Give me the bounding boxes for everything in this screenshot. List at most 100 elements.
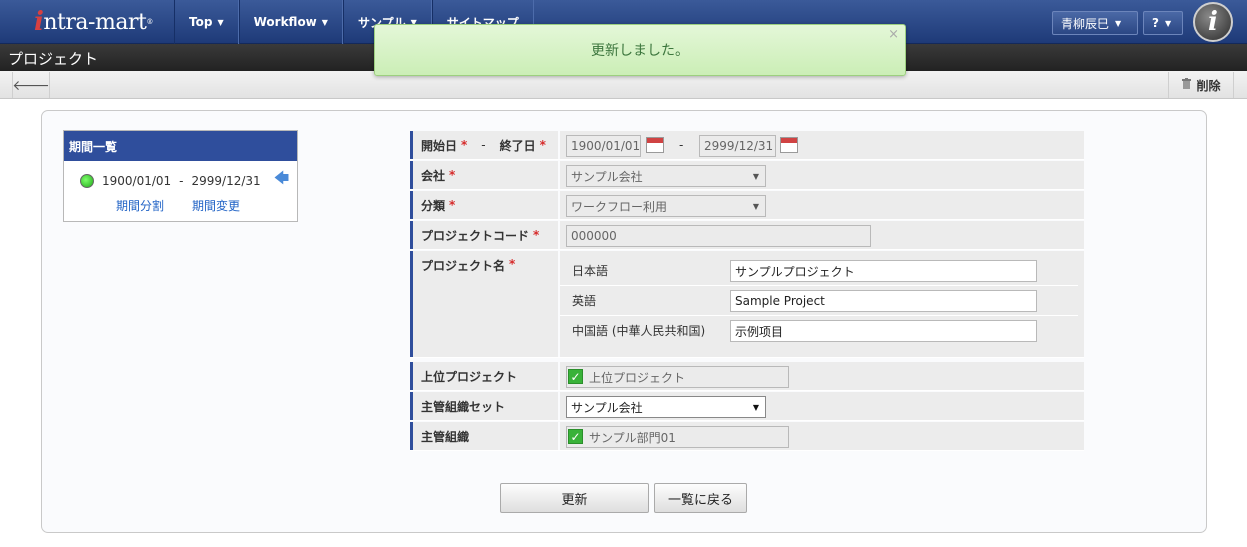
org-field[interactable]: サンプル部門01 <box>566 426 789 448</box>
required-mark: * <box>461 138 468 152</box>
start-date-label: 開始日 <box>421 138 458 153</box>
company-label: 会社 * <box>410 161 558 189</box>
end-date-label: 終了日 <box>499 138 536 153</box>
project-code-field[interactable]: 000000 <box>566 225 871 247</box>
calendar-icon[interactable] <box>646 137 664 153</box>
chevron-down-icon: ▼ <box>752 171 759 181</box>
company-label-text: 会社 <box>421 168 446 183</box>
period-values: 1900/01/01 - 2999/12/31 <box>560 131 1084 159</box>
logo-text: ntra-mart <box>43 9 147 35</box>
logo-mark: ® <box>146 18 153 26</box>
category-select[interactable]: ワークフロー利用 ▼ <box>566 195 766 217</box>
period-separator: - <box>179 173 184 188</box>
date-separator: - <box>679 138 684 152</box>
project-name-en-field[interactable]: Sample Project <box>730 290 1037 312</box>
org-set-label: 主管組織セット <box>410 392 558 420</box>
company-row: 会社 * サンプル会社 ▼ <box>410 161 1084 190</box>
change-period-link[interactable]: 期間変更 <box>192 197 240 214</box>
delete-button[interactable]: 削除 <box>1168 72 1234 98</box>
category-label-text: 分類 <box>421 198 446 213</box>
project-name-label-text: プロジェクト名 <box>421 259 506 273</box>
user-menu-button[interactable]: 青柳辰巳 ▼ <box>1052 11 1138 35</box>
period-end: 2999/12/31 <box>191 173 261 188</box>
brand-letter: i <box>1208 7 1218 37</box>
checkbox-checked-icon[interactable]: ✓ <box>568 369 583 384</box>
org-set-row: 主管組織セット サンプル会社 ▼ <box>410 392 1084 421</box>
page-title: プロジェクト <box>8 50 99 68</box>
org-row: 主管組織 サンプル部門01 ✓ <box>410 422 1084 451</box>
checkbox-checked-icon[interactable]: ✓ <box>568 429 583 444</box>
chevron-down-icon: ▼ <box>752 402 759 412</box>
project-name-label: プロジェクト名 * <box>410 251 558 357</box>
parent-project-text: 上位プロジェクト <box>589 370 686 385</box>
back-button[interactable]: 🡐 <box>12 72 50 98</box>
required-mark: * <box>449 198 456 212</box>
project-name-row: プロジェクト名 * 日本語 サンプルプロジェクト 英語 Sample Projec… <box>410 251 1084 358</box>
update-button[interactable]: 更新 <box>500 483 649 513</box>
category-row: 分類 * ワークフロー利用 ▼ <box>410 191 1084 220</box>
period-list-heading: 期間一覧 <box>64 131 297 161</box>
required-mark: * <box>533 228 540 242</box>
parent-project-label: 上位プロジェクト <box>410 362 558 390</box>
category-label: 分類 * <box>410 191 558 219</box>
period-start: 1900/01/01 <box>102 173 172 188</box>
required-mark: * <box>539 138 546 152</box>
nav-workflow[interactable]: Workflow ▼ <box>238 0 343 44</box>
close-icon[interactable]: × <box>888 27 899 42</box>
arrow-left-icon: 🡄 <box>273 169 290 187</box>
chevron-down-icon: ▼ <box>1164 18 1172 28</box>
arrow-left-icon: 🡐 <box>12 77 50 94</box>
nav-workflow-label: Workflow <box>253 15 317 29</box>
org-text: サンプル部門01 <box>589 430 676 445</box>
period-label: 開始日 * - 終了日 * <box>410 131 558 159</box>
org-label: 主管組織 <box>410 422 558 450</box>
divider <box>560 285 1078 286</box>
project-name-ja-field[interactable]: サンプルプロジェクト <box>730 260 1037 282</box>
period-links: 期間分割 期間変更 <box>116 197 240 214</box>
required-mark: * <box>449 168 456 182</box>
parent-project-row: 上位プロジェクト 上位プロジェクト ✓ <box>410 362 1084 391</box>
lang-japanese-label: 日本語 <box>572 264 609 278</box>
label-separator: - <box>481 138 486 152</box>
category-selected: ワークフロー利用 <box>571 199 668 214</box>
brand-icon[interactable]: i <box>1193 2 1233 42</box>
parent-project-value: 上位プロジェクト ✓ <box>560 362 1084 390</box>
back-to-list-button[interactable]: 一覧に戻る <box>654 483 747 513</box>
required-mark: * <box>509 257 516 271</box>
org-value: サンプル部門01 ✓ <box>560 422 1084 450</box>
org-set-select[interactable]: サンプル会社 ▼ <box>566 396 766 418</box>
lang-chinese-label: 中国語 (中華人民共和国) <box>572 324 706 338</box>
org-set-selected: サンプル会社 <box>571 400 643 415</box>
company-select[interactable]: サンプル会社 ▼ <box>566 165 766 187</box>
intra-mart-logo[interactable]: i ntra-mart ® <box>0 0 174 44</box>
active-status-icon <box>80 173 94 188</box>
code-row: プロジェクトコード * 000000 <box>410 221 1084 250</box>
org-set-value: サンプル会社 ▼ <box>560 392 1084 420</box>
lang-english-label: 英語 <box>572 294 597 308</box>
help-label: ? <box>1152 16 1159 30</box>
category-value: ワークフロー利用 ▼ <box>560 191 1084 219</box>
company-selected: サンプル会社 <box>571 169 643 184</box>
notification-message: 更新しました。 <box>591 43 689 59</box>
project-name-zh-field[interactable]: 示例项目 <box>730 320 1037 342</box>
project-name-values: 日本語 サンプルプロジェクト 英語 Sample Project 中国語 (中華… <box>560 251 1084 357</box>
split-period-link[interactable]: 期間分割 <box>116 197 164 214</box>
code-value: 000000 <box>560 221 1084 249</box>
code-label: プロジェクトコード * <box>410 221 558 249</box>
chevron-down-icon: ▼ <box>321 17 328 27</box>
delete-label: 削除 <box>1196 78 1221 93</box>
end-date-field[interactable]: 2999/12/31 <box>699 135 776 157</box>
trash-icon <box>1181 77 1192 93</box>
divider <box>560 315 1078 316</box>
success-notification: 更新しました。 × <box>374 24 906 76</box>
period-row: 開始日 * - 終了日 * 1900/01/01 - 2999/12/31 <box>410 131 1084 160</box>
calendar-icon[interactable] <box>780 137 798 153</box>
user-name: 青柳辰巳 <box>1061 16 1110 31</box>
period-list: 期間一覧 1900/01/01 - 2999/12/31 🡄 期間分割 期間変更 <box>63 130 298 222</box>
parent-project-field[interactable]: 上位プロジェクト <box>566 366 789 388</box>
period-item[interactable]: 1900/01/01 - 2999/12/31 🡄 <box>80 168 289 193</box>
nav-top[interactable]: Top ▼ <box>174 0 239 44</box>
nav-top-label: Top <box>189 15 213 29</box>
help-menu-button[interactable]: ? ▼ <box>1143 11 1183 35</box>
start-date-field[interactable]: 1900/01/01 <box>566 135 641 157</box>
